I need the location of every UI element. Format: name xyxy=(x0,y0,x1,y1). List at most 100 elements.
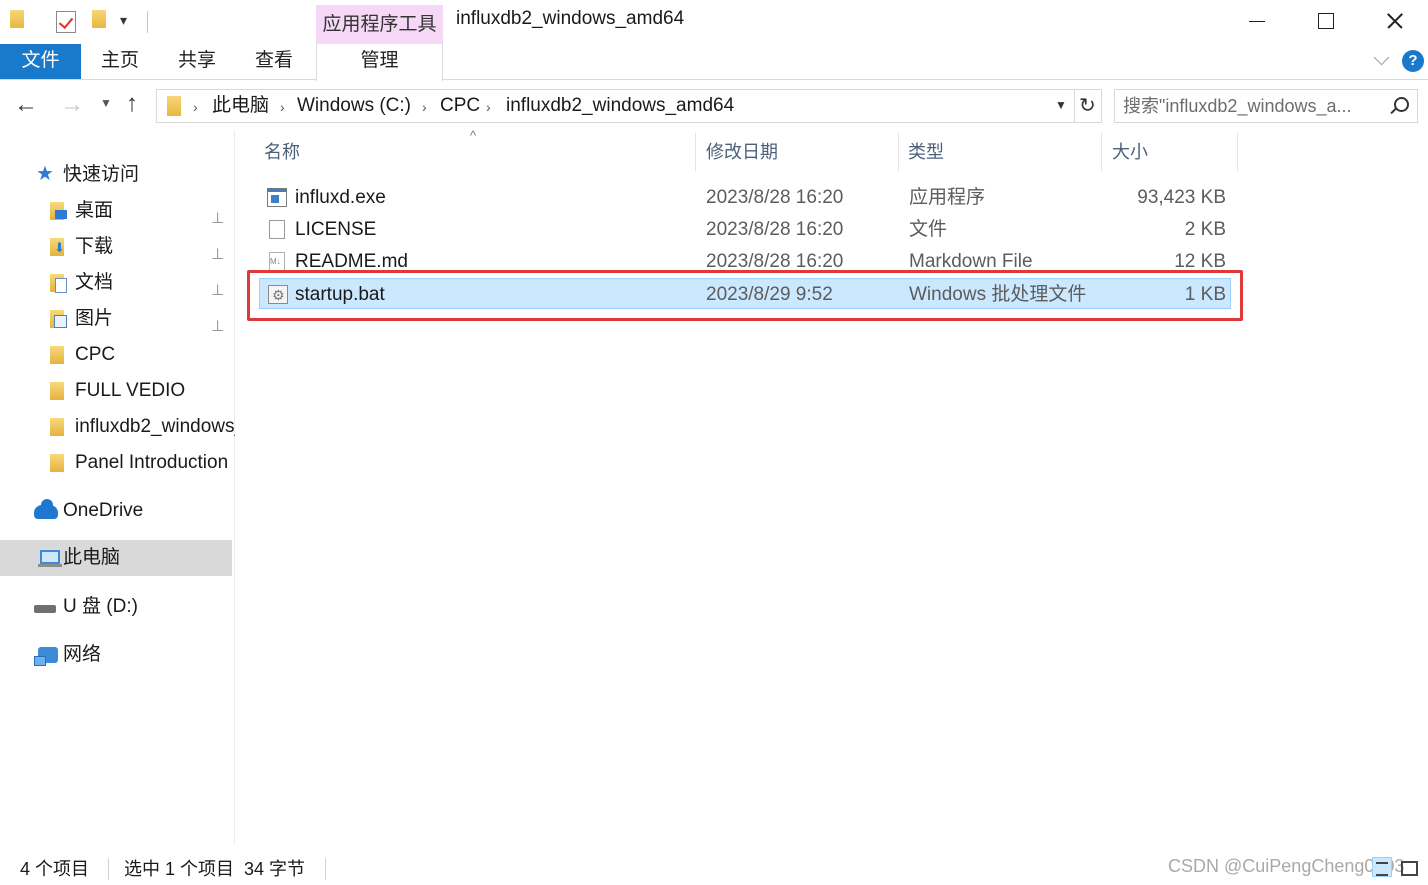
sidebar-item-label: 下载 xyxy=(75,236,114,257)
minimize-button[interactable] xyxy=(1221,0,1291,42)
search-input[interactable] xyxy=(1123,93,1383,119)
file-size: 1 KB xyxy=(1184,284,1226,305)
file-row[interactable]: LICENSE 2023/8/28 16:20 文件 2 KB xyxy=(259,214,1231,245)
file-type: 文件 xyxy=(909,219,948,240)
column-header-size[interactable]: 大小 xyxy=(1112,132,1232,172)
tab-home[interactable]: 主页 xyxy=(90,44,150,79)
sidebar-item-downloads[interactable]: 下载 ⊥ xyxy=(0,229,235,265)
expand-ribbon-chevron-icon[interactable] xyxy=(1373,52,1391,70)
pin-icon[interactable]: ⊥ xyxy=(211,237,224,265)
search-icon[interactable] xyxy=(1389,96,1409,116)
sidebar-item-full-vedio[interactable]: FULL VEDIO xyxy=(0,373,235,409)
file-row-selected[interactable]: startup.bat 2023/8/29 9:52 Windows 批处理文件… xyxy=(259,278,1231,309)
usb-drive-icon xyxy=(34,605,56,613)
folder-icon xyxy=(50,418,64,436)
sidebar-item-this-pc[interactable]: 此电脑 xyxy=(0,540,232,576)
star-icon xyxy=(36,157,54,192)
address-bar[interactable]: › 此电脑 › Windows (C:) › CPC › influxdb2_w… xyxy=(156,89,1102,123)
file-modified: 2023/8/28 16:20 xyxy=(706,251,844,272)
breadcrumb-cpc[interactable]: CPC xyxy=(440,94,480,118)
onedrive-cloud-icon xyxy=(34,499,58,519)
status-divider xyxy=(325,858,326,880)
back-arrow-icon[interactable]: ← xyxy=(14,93,38,117)
breadcrumb-separator[interactable]: › xyxy=(422,95,427,119)
file-name: LICENSE xyxy=(295,219,377,240)
documents-folder-icon xyxy=(50,274,67,293)
file-row[interactable]: influxd.exe 2023/8/28 16:20 应用程序 93,423 … xyxy=(259,182,1231,213)
pin-icon[interactable]: ⊥ xyxy=(211,201,224,229)
properties-icon[interactable] xyxy=(56,11,76,33)
tab-share[interactable]: 共享 xyxy=(167,44,227,79)
pin-icon[interactable]: ⊥ xyxy=(211,309,224,337)
folder-icon xyxy=(167,96,181,116)
address-history-dropdown-icon[interactable]: ▼ xyxy=(1055,98,1067,112)
sidebar-item-onedrive[interactable]: OneDrive xyxy=(0,493,235,529)
watermark: CSDN @CuiPengCheng0703 xyxy=(1168,856,1405,876)
pin-icon[interactable]: ⊥ xyxy=(211,273,224,301)
sidebar-item-label: 文档 xyxy=(75,272,114,293)
forward-arrow-icon[interactable]: → xyxy=(60,93,84,117)
exe-icon xyxy=(267,188,287,207)
refresh-icon[interactable]: ↻ xyxy=(1079,93,1096,119)
tab-view[interactable]: 查看 xyxy=(244,44,304,79)
column-header-type[interactable]: 类型 xyxy=(908,132,1098,172)
column-divider[interactable] xyxy=(1237,133,1238,171)
file-row[interactable]: README.md 2023/8/28 16:20 Markdown File … xyxy=(259,246,1231,277)
column-header-modified[interactable]: 修改日期 xyxy=(706,132,896,172)
sidebar-item-cpc[interactable]: CPC xyxy=(0,337,235,373)
sidebar-item-label: OneDrive xyxy=(63,500,144,521)
sidebar-item-influxdb2[interactable]: influxdb2_windows_amd64 xyxy=(0,409,235,445)
tab-file[interactable]: 文件 xyxy=(0,44,81,79)
column-divider[interactable] xyxy=(1101,133,1102,171)
large-icons-view-icon[interactable] xyxy=(1398,857,1418,877)
search-box[interactable] xyxy=(1114,89,1418,123)
window-title: influxdb2_windows_amd64 xyxy=(456,8,685,29)
sidebar-item-label: 此电脑 xyxy=(63,547,121,568)
sidebar-item-label: FULL VEDIO xyxy=(75,380,186,401)
tab-manage[interactable]: 管理 xyxy=(316,44,443,81)
close-button[interactable] xyxy=(1360,0,1428,42)
breadcrumb-separator[interactable]: › xyxy=(193,95,198,119)
breadcrumb-this-pc[interactable]: 此电脑 xyxy=(212,94,269,118)
sidebar-item-documents[interactable]: 文档 ⊥ xyxy=(0,265,235,301)
file-size: 12 KB xyxy=(1174,251,1226,272)
quick-access-toolbar-dropdown[interactable]: ▾ xyxy=(120,12,127,29)
context-tab-header: 应用程序工具 xyxy=(316,5,443,44)
details-view-icon[interactable] xyxy=(1372,857,1392,877)
sidebar-item-label: 图片 xyxy=(75,308,114,329)
sidebar-item-label: 桌面 xyxy=(75,200,114,221)
sidebar-item-desktop[interactable]: 桌面 ⊥ xyxy=(0,193,235,229)
help-icon[interactable]: ? xyxy=(1402,50,1424,72)
status-item-count: 4 个项目 xyxy=(20,859,90,879)
sidebar-item-network[interactable]: 网络 xyxy=(0,637,235,673)
breadcrumb-separator[interactable]: › xyxy=(486,95,491,119)
markdown-icon xyxy=(269,252,285,271)
file-type: Markdown File xyxy=(909,251,1033,272)
breadcrumb-separator[interactable]: › xyxy=(280,95,285,119)
column-header-name[interactable]: 名称 xyxy=(264,132,694,172)
status-selection: 选中 1 个项目 34 字节 xyxy=(124,859,306,879)
column-divider[interactable] xyxy=(695,133,696,171)
sidebar-item-quick-access[interactable]: 快速访问 xyxy=(0,157,235,193)
address-divider xyxy=(1074,90,1075,122)
title-bar: ▾ 应用程序工具 influxdb2_windows_amd64 xyxy=(0,0,1428,44)
new-folder-icon[interactable] xyxy=(92,10,110,32)
file-name: influxd.exe xyxy=(295,187,386,208)
recent-locations-dropdown-icon[interactable]: ▼ xyxy=(100,96,112,110)
up-arrow-icon[interactable]: ↑ xyxy=(126,92,138,116)
ribbon-tabs: 文件 主页 共享 查看 管理 xyxy=(0,44,1428,81)
sidebar-item-usb-drive[interactable]: U 盘 (D:) xyxy=(0,589,235,625)
sidebar-item-label: 网络 xyxy=(63,644,102,665)
file-name: startup.bat xyxy=(295,284,385,305)
breadcrumb-current-folder[interactable]: influxdb2_windows_amd64 xyxy=(506,94,734,118)
sidebar-item-panel-introduction[interactable]: Panel Introduction xyxy=(0,445,235,481)
maximize-button[interactable] xyxy=(1290,0,1360,42)
breadcrumb-windows-c[interactable]: Windows (C:) xyxy=(297,94,411,118)
file-modified: 2023/8/28 16:20 xyxy=(706,219,844,240)
downloads-folder-icon xyxy=(50,238,65,256)
file-size: 2 KB xyxy=(1184,219,1226,240)
folder-icon[interactable] xyxy=(10,10,28,32)
sidebar-item-pictures[interactable]: 图片 ⊥ xyxy=(0,301,235,337)
desktop-folder-icon xyxy=(50,202,67,220)
column-divider[interactable] xyxy=(898,133,899,171)
